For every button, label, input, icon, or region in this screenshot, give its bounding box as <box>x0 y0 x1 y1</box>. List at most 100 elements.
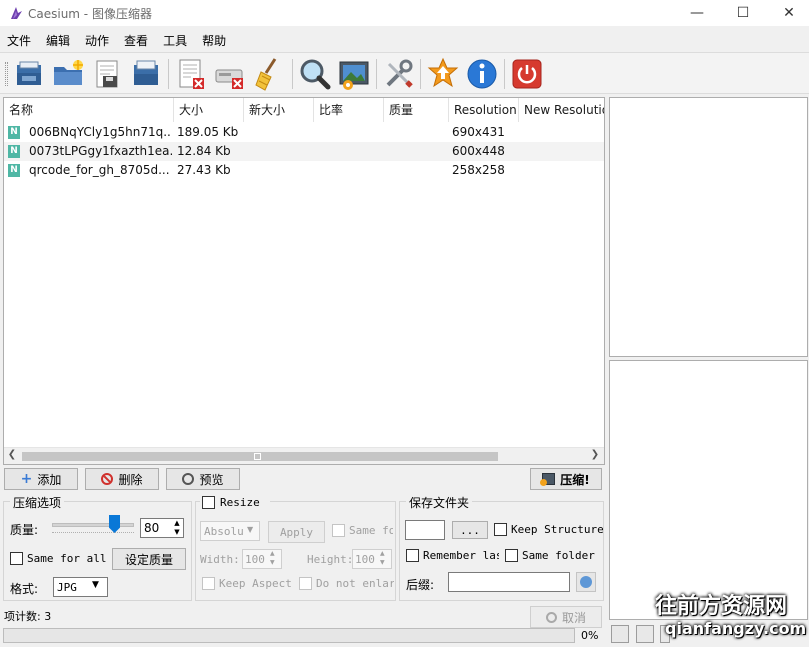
menu-action[interactable]: 动作 <box>78 30 117 50</box>
menu-file[interactable]: 文件 <box>0 30 39 50</box>
update-star-icon[interactable] <box>425 56 461 92</box>
menu-tools[interactable]: 工具 <box>156 30 195 50</box>
minimize-button[interactable]: — <box>674 0 720 26</box>
compression-options-title: 压缩选项 <box>10 494 65 511</box>
file-new-size-cell <box>247 124 313 141</box>
toolbar-separator <box>168 59 169 89</box>
column-header-name[interactable]: 名称 <box>4 98 174 122</box>
spin-down-icon[interactable]: ▼ <box>270 559 275 566</box>
refresh-suffix-button[interactable] <box>576 572 596 592</box>
table-row[interactable]: N 006BNqYCly1g5hn71q... 189.05 Kb 690x43… <box>4 123 604 142</box>
add-button-label: 添加 <box>37 472 62 487</box>
scroll-left-icon[interactable]: ❮ <box>6 449 18 463</box>
browse-folder-button[interactable]: ... <box>452 521 488 539</box>
column-header-resolution[interactable]: Resolution <box>449 98 519 122</box>
menu-help[interactable]: 帮助 <box>195 30 234 50</box>
same-folder-checkbox[interactable] <box>505 549 518 562</box>
quality-slider-thumb[interactable] <box>109 515 120 533</box>
file-new-size-cell <box>247 162 313 179</box>
add-button[interactable]: + 添加 <box>4 468 78 490</box>
table-row[interactable]: N qrcode_for_gh_8705d... 27.43 Kb 258x25… <box>4 161 604 180</box>
same-for-checkbox[interactable] <box>332 524 345 537</box>
cancel-button[interactable]: 取消 <box>530 606 602 628</box>
column-header-new-size[interactable]: 新大小 <box>244 98 314 122</box>
clear-list-icon[interactable] <box>212 56 248 92</box>
spin-up-icon[interactable]: ▲ <box>171 519 183 528</box>
tools-icon[interactable] <box>381 56 417 92</box>
apply-button[interactable]: Apply <box>268 521 325 543</box>
save-all-icon[interactable] <box>128 56 164 92</box>
file-new-size-cell <box>247 143 313 160</box>
progress-bar <box>3 628 575 643</box>
clean-broom-icon[interactable] <box>251 56 287 92</box>
chevron-down-icon: ▼ <box>92 580 99 590</box>
toolbar <box>0 52 809 94</box>
remember-last-checkbox[interactable] <box>406 549 419 562</box>
keep-structure-checkbox[interactable] <box>494 523 507 536</box>
info-icon[interactable] <box>464 56 500 92</box>
file-quality-cell <box>387 143 447 160</box>
height-spinbox[interactable]: 100 ▲ ▼ <box>352 549 392 569</box>
close-window-button[interactable]: ✕ <box>766 0 809 26</box>
keep-aspect-checkbox[interactable] <box>202 577 215 590</box>
file-resolution-cell: 690x431 <box>452 125 505 139</box>
preview-button[interactable]: 预览 <box>166 468 240 490</box>
actual-size-icon[interactable] <box>636 625 654 643</box>
column-header-quality[interactable]: 质量 <box>384 98 449 122</box>
column-header-new-resolution[interactable]: New Resolutio <box>519 98 604 122</box>
compress-button[interactable]: 压缩! <box>530 468 602 490</box>
toolbar-grip[interactable] <box>5 62 8 86</box>
spin-down-icon[interactable]: ▼ <box>380 559 385 566</box>
toolbar-separator <box>420 59 421 89</box>
toolbar-separator <box>504 59 505 89</box>
spin-up-icon[interactable]: ▲ <box>380 550 385 557</box>
keep-aspect-label: Keep Aspect : <box>219 577 295 590</box>
file-quality-cell <box>387 162 447 179</box>
delete-button[interactable]: 删除 <box>85 468 159 490</box>
resize-label: Resize <box>220 496 260 509</box>
maximize-button[interactable]: ☐ <box>720 0 766 26</box>
width-label: Width: <box>200 553 240 566</box>
remove-item-icon[interactable] <box>173 56 209 92</box>
set-quality-button[interactable]: 设定质量 <box>112 548 186 570</box>
fit-view-icon[interactable] <box>611 625 629 643</box>
table-row[interactable]: N 0073tLPGgy1fxazth1ea... 12.84 Kb 600x4… <box>4 142 604 161</box>
file-new-resolution-cell <box>522 124 602 141</box>
do-not-enlarge-checkbox[interactable] <box>299 577 312 590</box>
resize-mode-dropdown[interactable]: Absolu ▼ <box>200 521 260 541</box>
compressed-preview-pane <box>609 360 808 620</box>
file-quality-cell <box>387 124 447 141</box>
column-header-ratio[interactable]: 比率 <box>314 98 384 122</box>
scroll-right-icon[interactable]: ❯ <box>589 449 601 463</box>
image-settings-icon[interactable] <box>336 56 372 92</box>
column-header-size[interactable]: 大小 <box>174 98 244 122</box>
search-preview-icon[interactable] <box>297 56 333 92</box>
open-folder-icon[interactable] <box>50 56 86 92</box>
file-size-cell: 189.05 Kb <box>177 125 239 139</box>
file-name-cell: 006BNqYCly1g5hn71q... <box>29 125 172 139</box>
same-for-all-checkbox[interactable] <box>10 552 23 565</box>
power-exit-icon[interactable] <box>509 56 545 92</box>
width-spinbox[interactable]: 100 ▲ ▼ <box>242 549 282 569</box>
keep-structure-label: Keep Structure <box>511 523 603 536</box>
suffix-input[interactable] <box>448 572 570 592</box>
format-dropdown[interactable]: JPG ▼ <box>53 577 108 597</box>
spin-down-icon[interactable]: ▼ <box>171 528 183 537</box>
file-name-cell: qrcode_for_gh_8705d... <box>29 163 170 177</box>
height-label: Height: <box>307 553 354 566</box>
progress-percent: 0% <box>581 629 599 642</box>
horizontal-scrollbar[interactable]: ❮ ❯ <box>4 447 604 464</box>
open-file-icon[interactable] <box>11 56 47 92</box>
file-resolution-cell: 258x258 <box>452 163 505 177</box>
quality-spinbox[interactable]: 80 ▲ ▼ <box>140 518 184 538</box>
file-list-table[interactable]: 名称 大小 新大小 比率 质量 Resolution New Resolutio… <box>3 97 605 465</box>
file-name-cell: 0073tLPGgy1fxazth1ea... <box>29 144 172 158</box>
menu-view[interactable]: 查看 <box>117 30 156 50</box>
quality-slider[interactable] <box>52 515 134 537</box>
menu-edit[interactable]: 编辑 <box>39 30 78 50</box>
output-folder-input[interactable] <box>405 520 445 540</box>
resize-checkbox[interactable] <box>202 496 215 509</box>
spin-up-icon[interactable]: ▲ <box>270 550 275 557</box>
title-bar: Caesium - 图像压缩器 — ☐ ✕ <box>0 0 809 26</box>
save-icon[interactable] <box>89 56 125 92</box>
